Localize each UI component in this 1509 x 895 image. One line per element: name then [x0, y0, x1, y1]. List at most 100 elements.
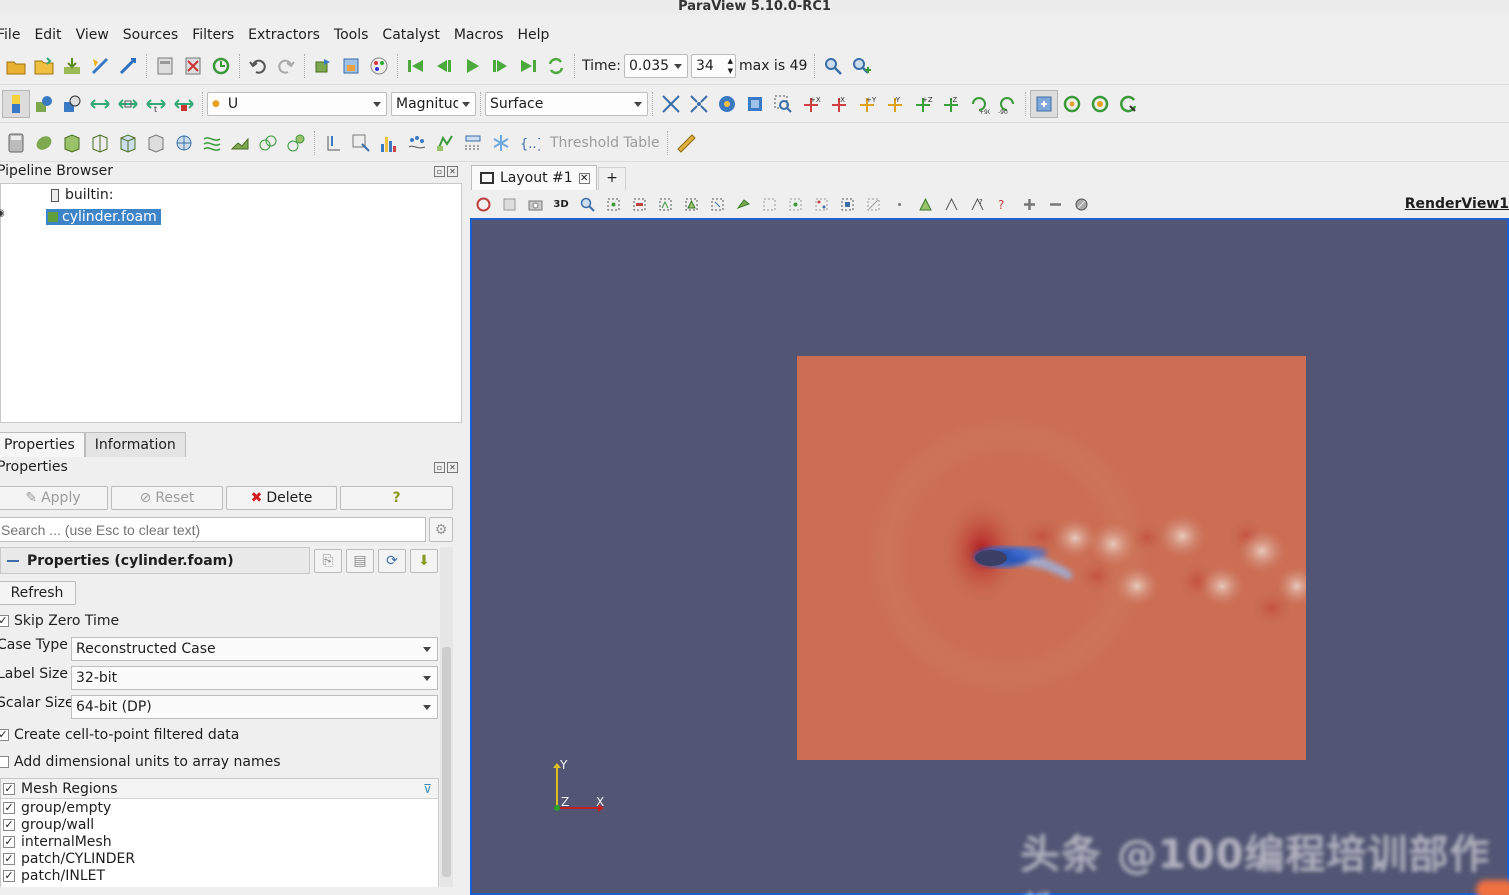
slice-button[interactable] — [86, 129, 114, 157]
select-polygon-button[interactable] — [704, 193, 730, 215]
probe-line-button[interactable] — [319, 129, 347, 157]
zoom-to-data-button-2[interactable] — [713, 90, 741, 118]
save-data-button[interactable] — [58, 52, 86, 80]
save-screenshot-button[interactable] — [337, 52, 365, 80]
scrollbar-thumb[interactable] — [442, 647, 451, 877]
rescale-visible-button[interactable] — [114, 90, 142, 118]
select-points-button[interactable] — [626, 193, 652, 215]
toggle-color-legend-button[interactable] — [2, 89, 30, 118]
toggle-3d-button[interactable]: 3D — [548, 193, 574, 215]
split-vertical-button[interactable] — [496, 193, 522, 215]
contour-button[interactable] — [30, 129, 58, 157]
open-recent-button[interactable] — [30, 52, 58, 80]
close-icon[interactable]: ✕ — [447, 166, 458, 177]
skip-zero-time-checkbox[interactable]: ✓ — [0, 615, 9, 627]
reset-camera-closest-button[interactable] — [685, 90, 713, 118]
mesh-region-row[interactable]: ✓ group/wall — [1, 816, 438, 833]
pipeline-item-eye[interactable]: ◉ — [0, 208, 5, 219]
cell-centers-button[interactable] — [487, 129, 515, 157]
dimensional-units-row[interactable]: Add dimensional units to array names — [0, 754, 281, 770]
time-value-combo[interactable]: 0.035 — [623, 53, 688, 78]
previous-frame-button[interactable] — [430, 52, 458, 80]
set-view-direction-plus-z-button[interactable]: +Z — [909, 90, 937, 118]
skip-zero-time-row[interactable]: ✓ Skip Zero Time — [0, 613, 119, 629]
mesh-region-row[interactable]: ✓ group/empty — [1, 799, 438, 816]
group-datasets-button[interactable] — [254, 129, 282, 157]
properties-search-input[interactable] — [0, 517, 426, 542]
extract-level-button[interactable] — [282, 129, 310, 157]
select-block-button[interactable] — [652, 193, 678, 215]
plot-selection-button[interactable] — [347, 129, 375, 157]
menu-macros[interactable]: Macros — [447, 24, 511, 46]
load-state-button[interactable] — [114, 52, 142, 80]
pipeline-root[interactable]: builtin: — [51, 187, 114, 203]
menu-view[interactable]: View — [69, 24, 116, 46]
float-dock-icon[interactable]: ▫ — [434, 462, 445, 473]
add-layout-tab[interactable]: + — [598, 167, 626, 190]
first-frame-button[interactable] — [402, 52, 430, 80]
scalar-size-combo[interactable]: 64-bit (DP) — [71, 695, 438, 719]
transform-button[interactable] — [431, 129, 459, 157]
mesh-region-row[interactable]: ✓ internalMesh — [1, 833, 438, 850]
menu-edit[interactable]: Edit — [27, 24, 68, 46]
tab-information[interactable]: Information — [84, 432, 186, 457]
screenshot-button[interactable] — [522, 193, 548, 215]
set-view-direction-minus-z-button[interactable]: -Z — [937, 90, 965, 118]
filter-icon[interactable]: ⊽ — [423, 782, 432, 796]
representation-combo[interactable]: Surface — [485, 91, 648, 116]
ruler-button[interactable] — [672, 129, 700, 157]
glyph-button[interactable] — [170, 129, 198, 157]
zoom-closest-button[interactable] — [769, 90, 797, 118]
toggle-selection-button[interactable] — [1068, 193, 1094, 215]
histogram-button[interactable] — [375, 129, 403, 157]
open-file-button[interactable] — [2, 52, 30, 80]
menu-catalyst[interactable]: Catalyst — [375, 24, 446, 46]
mesh-region-row[interactable]: ✓ patch/CYLINDER — [1, 850, 438, 867]
menu-filters[interactable]: Filters — [185, 24, 241, 46]
cell-to-point-checkbox[interactable]: ✓ — [0, 729, 9, 741]
extract-selection-button[interactable] — [912, 193, 938, 215]
color-array-combo[interactable]: ● U — [207, 91, 387, 116]
zoom-to-data-button[interactable] — [847, 52, 875, 80]
menu-help[interactable]: Help — [510, 24, 556, 46]
mesh-region-checkbox[interactable]: ✓ — [3, 852, 15, 865]
reset-button[interactable]: ⊘ Reset — [111, 486, 223, 510]
advanced-settings-button[interactable]: ⚙ — [429, 517, 453, 542]
grow-selection-button[interactable] — [808, 193, 834, 215]
split-horizontal-button[interactable] — [470, 193, 496, 215]
color-palette-button[interactable] — [365, 52, 393, 80]
time-step-spinbox[interactable]: 34 ▲ ▼ — [690, 53, 736, 78]
clip-button[interactable] — [58, 129, 86, 157]
reset-session-button[interactable] — [207, 52, 235, 80]
warp-by-vector-button[interactable] — [226, 129, 254, 157]
pipeline-item-cylinder-foam[interactable]: cylinder.foam — [46, 209, 161, 225]
resample-button[interactable] — [459, 129, 487, 157]
help-button[interactable]: ? — [340, 486, 453, 510]
find-data-button[interactable] — [819, 52, 847, 80]
disconnect-button[interactable] — [179, 52, 207, 80]
render-view-viewport[interactable]: Y Z X — [470, 218, 1509, 895]
redo-button[interactable] — [272, 52, 300, 80]
mesh-region-checkbox[interactable]: ✓ — [3, 869, 15, 882]
mesh-regions-header[interactable]: ✓ Mesh Regions ⊽ — [1, 779, 438, 799]
rotate-minus-90-button[interactable]: -90 — [993, 90, 1021, 118]
restore-defaults-button[interactable]: ⟳ — [378, 549, 406, 573]
threshold-button[interactable] — [114, 129, 142, 157]
rescale-custom-button[interactable] — [86, 90, 114, 118]
select-cells-button[interactable] — [600, 193, 626, 215]
save-state-button[interactable] — [86, 52, 114, 80]
next-frame-button[interactable] — [486, 52, 514, 80]
layout-tab[interactable]: Layout #1 ✕ — [471, 165, 597, 190]
close-icon[interactable]: ✕ — [578, 172, 590, 184]
set-view-direction-plus-x-button[interactable]: +X — [797, 90, 825, 118]
show-center-button[interactable] — [1114, 90, 1142, 118]
camera-undo-button[interactable] — [309, 52, 337, 80]
float-dock-icon[interactable]: ▫ — [434, 166, 445, 177]
set-view-direction-minus-x-button[interactable]: -X — [825, 90, 853, 118]
edit-point-button[interactable] — [886, 193, 912, 215]
play-button[interactable] — [458, 52, 486, 80]
pick-center-button[interactable] — [1058, 90, 1086, 118]
hover-cells-button[interactable] — [782, 193, 808, 215]
mesh-region-row[interactable]: ✓ patch/INLET — [1, 867, 438, 884]
stream-tracer-button[interactable] — [198, 129, 226, 157]
